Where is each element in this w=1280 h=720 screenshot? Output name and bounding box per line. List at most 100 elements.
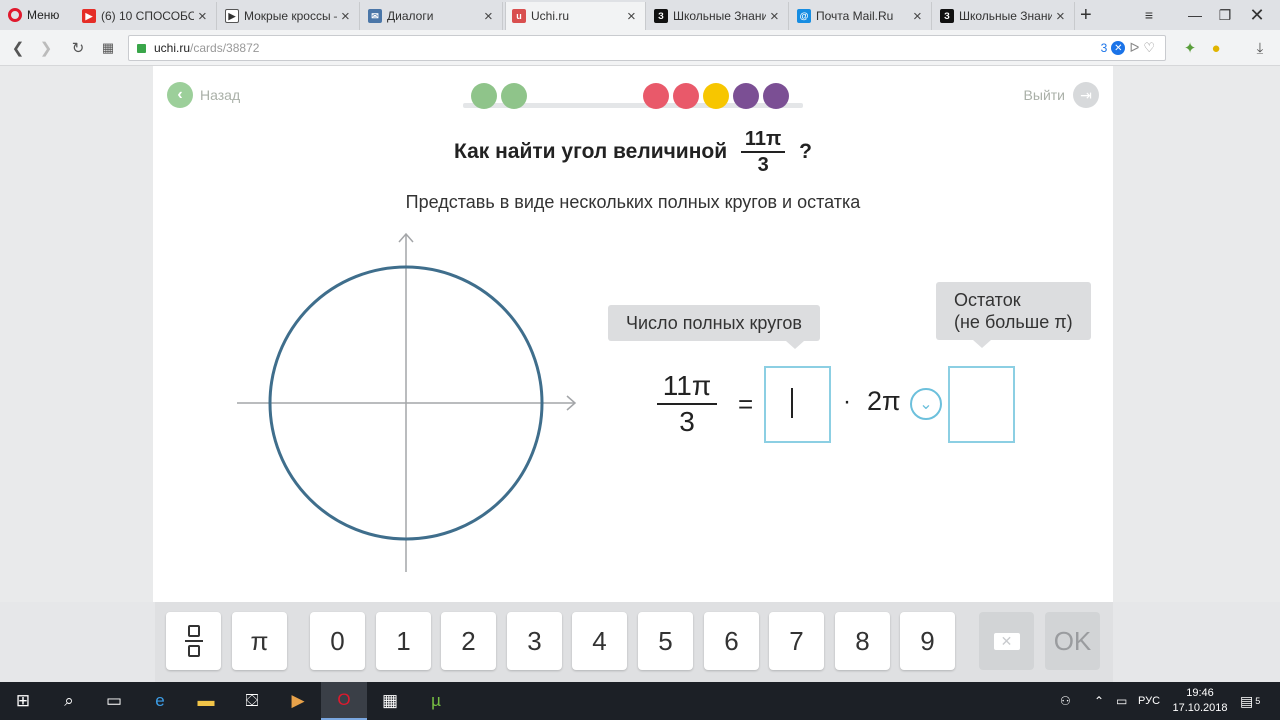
play-icon: ▶ [225, 9, 239, 23]
clock-time: 19:46 [1186, 687, 1214, 699]
tab-title: Мокрые кроссы – [244, 9, 337, 23]
tab-title: Школьные Знани [673, 9, 766, 23]
progress-dot [763, 83, 789, 109]
key-0[interactable]: 0 [310, 612, 365, 670]
question-text: Как найти угол величиной [454, 140, 728, 163]
url-field[interactable]: uchi.ru/cards/38872 3 ✕ ᐅ ♡ [128, 35, 1166, 61]
media-player-icon[interactable]: ▶ [275, 682, 321, 720]
operator-dropdown-chevron-down-icon[interactable]: ⌄ [910, 388, 942, 420]
fraction-numerator: 11π [744, 128, 782, 150]
close-icon[interactable]: × [198, 9, 210, 24]
equals-sign: = [738, 389, 754, 419]
opera-taskbar-icon[interactable]: O [321, 682, 367, 720]
fraction-denominator: 3 [757, 154, 769, 176]
multiply-sign: · [843, 388, 851, 415]
forward-arrow-icon[interactable]: ❯ [36, 38, 56, 58]
close-icon[interactable]: × [913, 9, 925, 24]
back-label: Назад [200, 87, 241, 103]
key-1[interactable]: 1 [376, 612, 431, 670]
key-pi[interactable]: π [232, 612, 287, 670]
key-2[interactable]: 2 [441, 612, 496, 670]
tab-video[interactable]: ▶ Мокрые кроссы – × [219, 2, 360, 30]
task-view-icon[interactable]: ▭ [91, 682, 137, 720]
menu-label: Меню [27, 8, 60, 22]
key-9[interactable]: 9 [900, 612, 955, 670]
tab-title: Uchi.ru [531, 9, 570, 23]
ok-button[interactable]: OK [1045, 612, 1100, 670]
extension-icon[interactable]: ✦ [1180, 38, 1200, 58]
key-8[interactable]: 8 [835, 612, 890, 670]
chevron-left-icon: ‹ [167, 82, 193, 108]
file-explorer-icon[interactable]: ▬ [183, 682, 229, 720]
chat-icon: ✉ [368, 9, 382, 23]
fraction-key[interactable] [166, 612, 221, 670]
mailru-icon: @ [797, 9, 811, 23]
lesson-card: ‹ Назад Выйти ⇥ Как найти угол величиной… [153, 66, 1113, 606]
store-icon[interactable]: ⛋ [229, 682, 275, 720]
calculator-icon[interactable]: ▦ [367, 682, 413, 720]
speed-dial-icon[interactable]: ▦ [98, 38, 118, 58]
progress-dot [703, 83, 729, 109]
people-icon[interactable]: ⚇ [1060, 682, 1071, 720]
close-icon[interactable]: × [770, 9, 782, 24]
opera-menu-button[interactable]: Меню [0, 0, 72, 30]
tab-uchi[interactable]: u Uchi.ru × [505, 2, 646, 30]
close-icon[interactable]: × [341, 9, 353, 24]
znanija-icon: З [654, 9, 668, 23]
full-circles-input[interactable] [764, 366, 831, 443]
edge-icon[interactable]: e [137, 682, 183, 720]
progress-dot [471, 83, 497, 109]
close-icon[interactable]: × [484, 9, 496, 24]
exit-icon: ⇥ [1073, 82, 1099, 108]
utorrent-icon[interactable]: µ [413, 682, 459, 720]
tab-znanija-1[interactable]: З Школьные Знани × [648, 2, 789, 30]
key-5[interactable]: 5 [638, 612, 693, 670]
send-icon[interactable]: ᐅ [1129, 40, 1139, 56]
close-icon[interactable]: × [1056, 9, 1068, 24]
adblock-icon[interactable]: ✕ [1111, 41, 1126, 55]
tab-dialogs[interactable]: ✉ Диалоги × [362, 2, 503, 30]
search-icon[interactable]: ⌕ [46, 682, 92, 720]
reload-icon[interactable]: ↻ [68, 38, 88, 58]
system-clock[interactable]: 19:46 17.10.2018 [1168, 686, 1232, 716]
two-pi-label: 2π [867, 386, 901, 416]
key-3[interactable]: 3 [507, 612, 562, 670]
network-icon[interactable]: ▭ [1116, 682, 1127, 720]
key-6[interactable]: 6 [704, 612, 759, 670]
heart-icon[interactable]: ♡ [1143, 40, 1155, 56]
blocked-count: 3 [1100, 41, 1108, 55]
vpn-icon[interactable]: ● [1206, 38, 1226, 58]
tab-strip: Меню ▶ (6) 10 СПОСОБОВ × ▶ Мокрые кроссы… [0, 0, 1280, 30]
tab-mailru[interactable]: @ Почта Mail.Ru × [791, 2, 932, 30]
youtube-icon: ▶ [82, 9, 96, 23]
keyboard-language[interactable]: РУС [1138, 682, 1160, 720]
key-7[interactable]: 7 [769, 612, 824, 670]
back-arrow-icon[interactable]: ❮ [8, 38, 28, 58]
task-instruction: Представь в виде нескольких полных круго… [405, 192, 861, 212]
tab-youtube[interactable]: ▶ (6) 10 СПОСОБОВ × [76, 2, 217, 30]
clock-date: 17.10.2018 [1172, 702, 1228, 714]
remainder-input[interactable] [948, 366, 1015, 443]
uchi-icon: u [512, 9, 526, 23]
back-button[interactable]: ‹ Назад [167, 82, 240, 108]
progress-track [463, 82, 803, 110]
question-fraction: 11π 3 [741, 128, 786, 176]
progress-dot [643, 83, 669, 109]
chevron-up-icon[interactable]: ⌃ [1094, 682, 1104, 720]
new-tab-button[interactable]: + [1080, 4, 1092, 27]
tab-menu-icon[interactable]: ≡ [1126, 0, 1172, 30]
notification-count: 5 [1255, 696, 1261, 706]
windows-start-icon[interactable]: ⊞ [0, 682, 46, 720]
close-icon[interactable]: × [627, 9, 639, 24]
tab-znanija-2[interactable]: З Школьные Знани × [934, 2, 1075, 30]
notifications-icon[interactable]: ▤ 5 [1240, 682, 1260, 720]
tab-title: Почта Mail.Ru [816, 9, 894, 23]
equation-denominator: 3 [679, 406, 695, 437]
key-4[interactable]: 4 [572, 612, 627, 670]
download-icon[interactable]: ⤓ [1250, 38, 1270, 58]
backspace-key[interactable]: ✕ [979, 612, 1034, 670]
exit-label: Выйти [1023, 87, 1065, 103]
exit-button[interactable]: Выйти ⇥ [1024, 82, 1099, 108]
window-close-icon[interactable]: ✕ [1234, 0, 1280, 30]
equation-numerator: 11π [662, 370, 712, 401]
